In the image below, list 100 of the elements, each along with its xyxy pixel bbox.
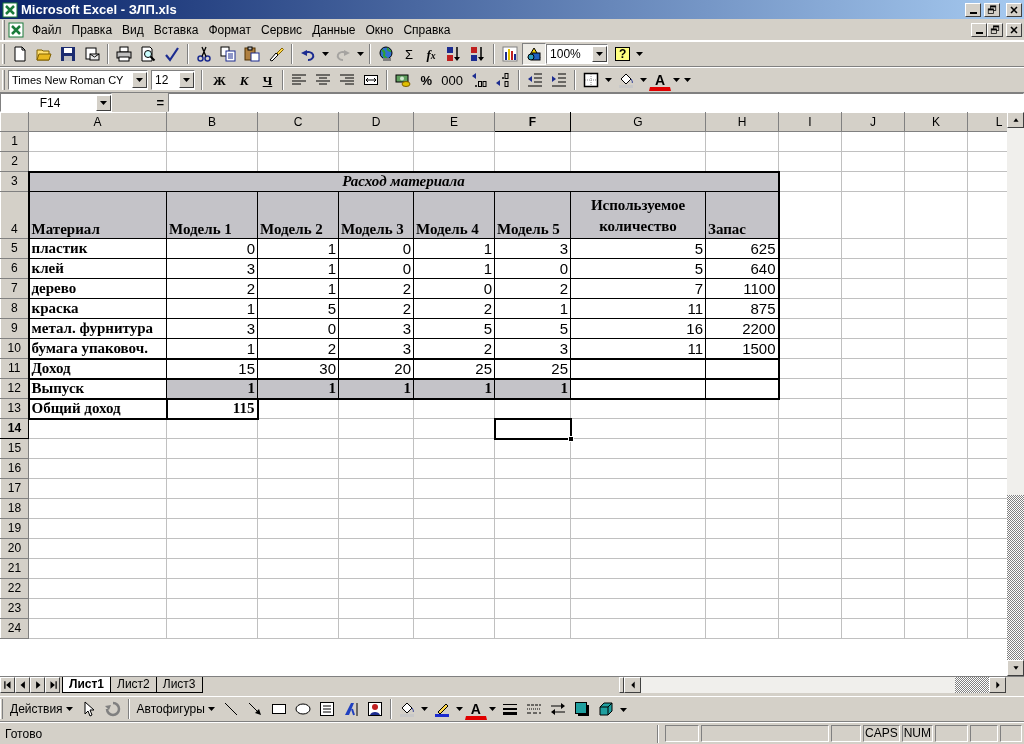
value-cell[interactable]: 875 [705,298,779,319]
formula-equals-button[interactable]: = [112,93,168,112]
row-header[interactable]: 1 [0,131,29,152]
value-cell[interactable]: 3 [338,318,414,339]
row-header[interactable]: 11 [0,358,29,379]
value-cell[interactable]: 0 [338,238,414,259]
value-cell[interactable]: 2 [338,298,414,319]
row-header[interactable]: 22 [0,578,29,599]
label-cell[interactable]: Модель 3 [338,191,414,239]
value-cell[interactable]: 16 [570,318,706,339]
value-cell[interactable]: 1 [166,298,258,319]
value-cell[interactable]: 1 [166,378,258,399]
value-cell[interactable]: 5 [413,318,495,339]
actions-menu-button[interactable]: Действия [6,698,77,720]
row-header[interactable]: 18 [0,498,29,519]
menu-item[interactable]: Сервис [256,19,308,40]
row-header[interactable]: 24 [0,618,29,639]
value-cell[interactable]: 1 [257,238,339,259]
italic-button[interactable]: К [232,69,256,91]
value-cell[interactable]: 3 [166,318,258,339]
autoshapes-menu-button[interactable]: Автофигуры [132,698,219,720]
menu-item[interactable]: Окно [360,19,399,40]
label-cell[interactable]: бумага упаковоч. [28,338,167,359]
column-header[interactable]: K [904,112,968,132]
label-cell[interactable]: Общий доход [28,398,167,419]
row-header[interactable]: 5 [0,238,29,259]
value-cell[interactable]: 1 [338,378,414,399]
value-cell[interactable]: 1 [257,378,339,399]
label-cell[interactable]: Модель 5 [494,191,571,239]
value-cell[interactable]: 640 [705,258,779,279]
value-cell[interactable]: 2 [413,298,495,319]
column-header[interactable]: F [494,112,571,132]
label-cell[interactable]: Модель 4 [413,191,495,239]
column-header[interactable]: A [28,112,167,132]
row-header[interactable]: 3 [0,171,29,192]
value-cell[interactable]: 0 [166,238,258,259]
value-cell[interactable]: 5 [570,258,706,279]
label-cell[interactable]: Запас [705,191,779,239]
value-cell[interactable]: 1 [494,378,571,399]
row-header[interactable]: 14 [0,418,29,439]
menu-item[interactable]: Справка [398,19,456,40]
value-cell[interactable]: 0 [494,258,571,279]
menu-item[interactable]: Файл [27,19,67,40]
help-button[interactable]: ? [611,43,635,65]
column-header[interactable]: I [778,112,842,132]
value-cell[interactable]: 11 [570,298,706,319]
row-header[interactable]: 12 [0,378,29,399]
label-cell[interactable]: краска [28,298,167,319]
percent-button[interactable]: % [415,69,438,91]
row-header[interactable]: 21 [0,558,29,579]
font-field[interactable]: Times New Roman CY [8,70,148,90]
value-cell[interactable]: 2 [166,278,258,299]
font-color-button[interactable]: A [464,698,487,720]
value-cell[interactable]: 2 [338,278,414,299]
row-header[interactable]: 4 [0,191,29,239]
menu-item[interactable]: Вставка [148,19,204,40]
column-header[interactable]: H [705,112,779,132]
font-size-field[interactable]: 12 [151,70,195,90]
value-cell[interactable]: 1 [413,378,495,399]
column-header[interactable]: D [338,112,414,132]
value-cell[interactable]: 1 [494,298,571,319]
name-box[interactable]: F14 [0,93,112,112]
value-cell[interactable]: 3 [494,238,571,259]
label-cell[interactable]: Используемое количество [570,191,706,239]
value-cell[interactable]: 625 [705,238,779,259]
label-cell[interactable]: Модель 2 [257,191,339,239]
label-cell[interactable]: дерево [28,278,167,299]
menu-item[interactable]: Правка [66,19,118,40]
value-cell[interactable]: 5 [257,298,339,319]
menu-item[interactable]: Формат [203,19,257,40]
value-cell[interactable]: 1 [413,258,495,279]
zoom-field[interactable]: 100% [546,44,609,64]
row-header[interactable]: 17 [0,478,29,499]
value-cell[interactable]: 7 [570,278,706,299]
bold-button[interactable]: Ж [206,69,233,91]
row-header[interactable]: 16 [0,458,29,479]
column-header[interactable]: B [166,112,258,132]
menu-item[interactable]: Данные [307,19,361,40]
label-cell[interactable]: Выпуск [28,378,167,399]
row-header[interactable]: 15 [0,438,29,459]
row-header[interactable]: 13 [0,398,29,419]
label-cell[interactable]: Доход [28,358,167,379]
row-header[interactable]: 20 [0,538,29,559]
label-cell[interactable]: Модель 1 [166,191,258,239]
column-header[interactable]: E [413,112,495,132]
value-cell[interactable]: 2 [494,278,571,299]
value-cell[interactable]: 0 [257,318,339,339]
row-header[interactable]: 23 [0,598,29,619]
autosum-button[interactable]: Σ [398,43,421,65]
sheet-tab[interactable]: Лист2 [110,677,157,693]
value-cell[interactable]: 1 [413,238,495,259]
value-cell[interactable]: 5 [494,318,571,339]
row-header[interactable]: 10 [0,338,29,359]
label-cell[interactable]: пластик [28,238,167,259]
sheet-tab[interactable]: Лист3 [155,677,203,693]
row-header[interactable]: 19 [0,518,29,539]
value-cell[interactable]: 1 [257,278,339,299]
row-header[interactable]: 7 [0,278,29,299]
label-cell[interactable]: метал. фурнитура [28,318,167,339]
value-cell[interactable]: 3 [166,258,258,279]
